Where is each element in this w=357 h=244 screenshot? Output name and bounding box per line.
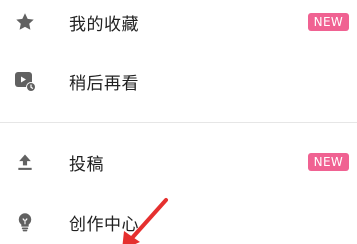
menu-item-label: 稍后再看 bbox=[69, 73, 139, 94]
menu-item-label: 创作中心 bbox=[69, 214, 139, 235]
upload-icon bbox=[12, 149, 38, 175]
new-badge: NEW bbox=[307, 13, 349, 31]
divider bbox=[0, 122, 357, 123]
lightbulb-icon bbox=[12, 209, 38, 235]
star-icon bbox=[12, 9, 38, 35]
side-menu: 我的收藏 NEW 稍后再看 投稿 NEW 创作中心 bbox=[0, 0, 357, 244]
menu-item-creator-center[interactable]: 创作中心 bbox=[0, 202, 357, 242]
new-badge: NEW bbox=[307, 153, 349, 171]
menu-item-watch-later[interactable]: 稍后再看 bbox=[0, 61, 357, 101]
menu-item-favorites[interactable]: 我的收藏 NEW bbox=[0, 2, 357, 42]
menu-item-label: 我的收藏 bbox=[69, 14, 139, 35]
menu-item-upload[interactable]: 投稿 NEW bbox=[0, 142, 357, 182]
menu-item-label: 投稿 bbox=[69, 154, 104, 175]
watch-later-icon bbox=[12, 68, 38, 94]
